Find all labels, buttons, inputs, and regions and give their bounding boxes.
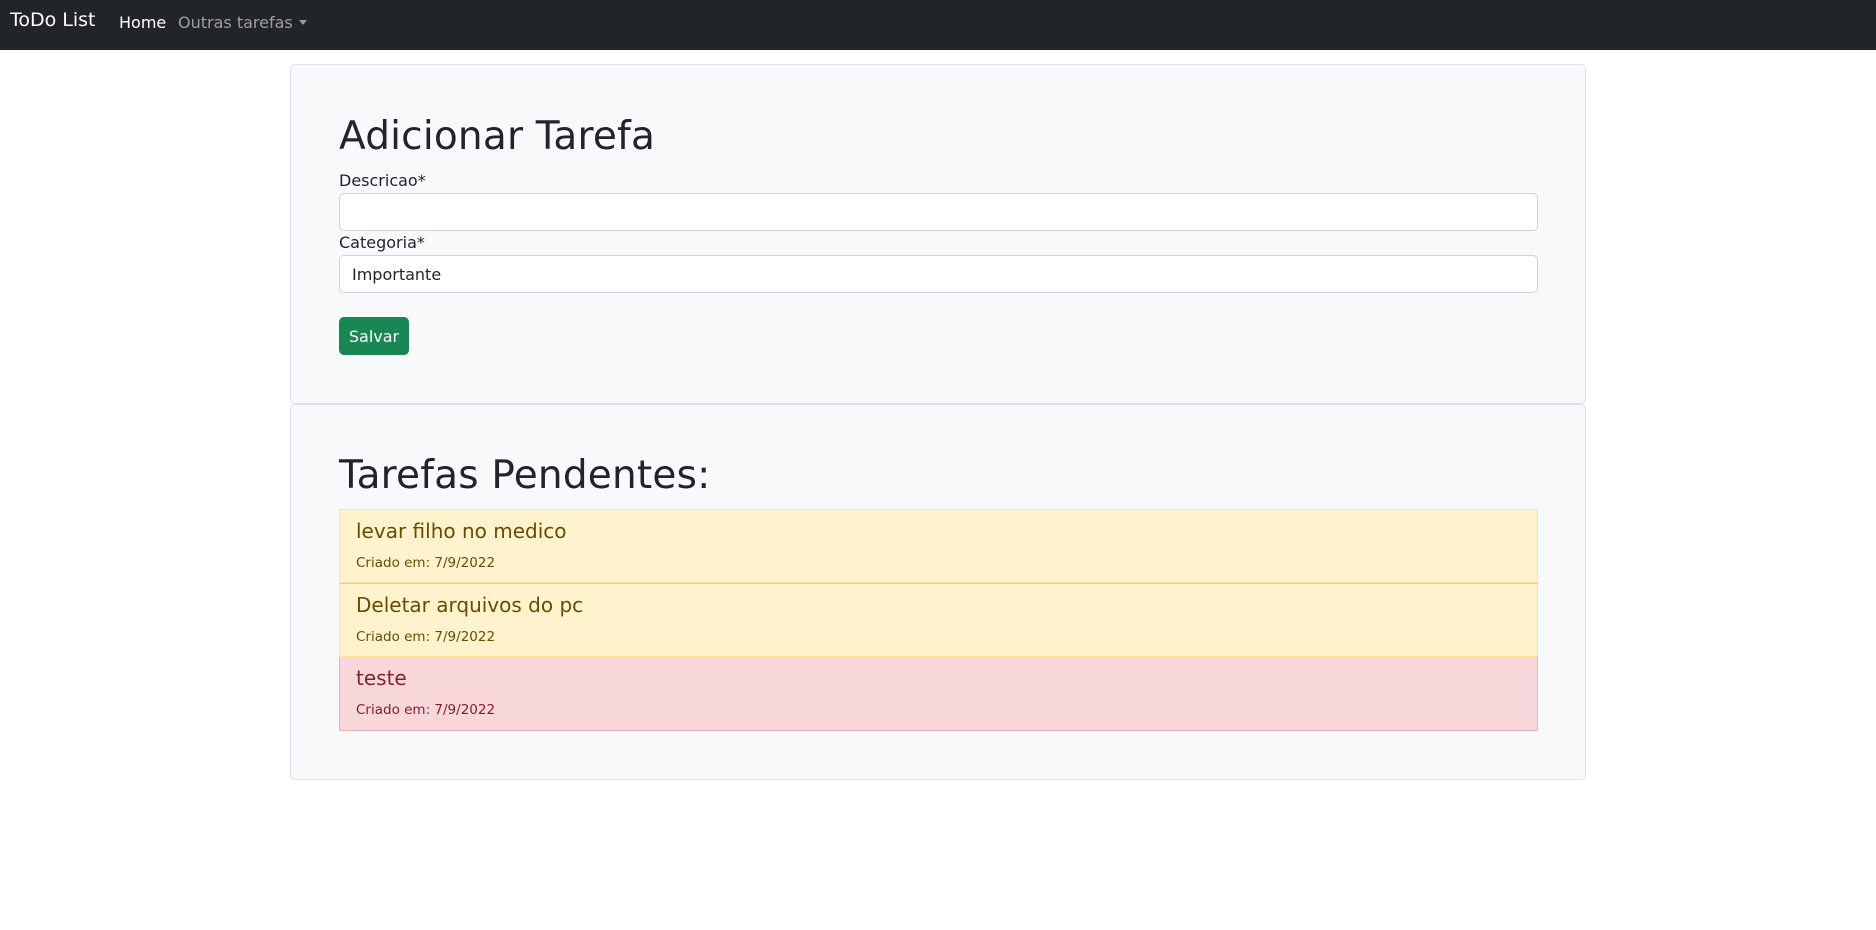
categoria-label: Categoria* <box>339 233 425 252</box>
task-date: Criado em: 7/9/2022 <box>356 702 496 718</box>
pending-tasks-title: Tarefas Pendentes: <box>339 453 711 498</box>
task-list: levar filho no medico Criado em: 7/9/202… <box>339 509 1538 731</box>
task-date: Criado em: 7/9/2022 <box>356 629 496 645</box>
navbar: ToDo List Home Outras tarefas <box>0 0 1876 50</box>
descricao-input[interactable] <box>339 193 1538 231</box>
task-date: Criado em: 7/9/2022 <box>356 555 496 571</box>
descricao-label: Descricao* <box>339 171 426 190</box>
nav-dropdown-outras-tarefas[interactable]: Outras tarefas <box>178 13 307 32</box>
add-task-card: Adicionar Tarefa Descricao* Categoria* I… <box>290 64 1586 404</box>
task-item[interactable]: levar filho no medico Criado em: 7/9/202… <box>339 509 1538 583</box>
pending-tasks-card: Tarefas Pendentes: levar filho no medico… <box>290 404 1586 780</box>
task-title: levar filho no medico <box>356 519 567 543</box>
categoria-input[interactable]: Importante <box>339 255 1538 293</box>
task-title: teste <box>356 666 407 690</box>
save-button[interactable]: Salvar <box>339 317 409 355</box>
task-item[interactable]: Deletar arquivos do pc Criado em: 7/9/20… <box>339 583 1538 657</box>
navbar-brand[interactable]: ToDo List <box>10 9 96 31</box>
caret-down-icon <box>298 20 307 25</box>
task-item[interactable]: teste Criado em: 7/9/2022 <box>339 657 1538 731</box>
nav-link-home[interactable]: Home <box>119 13 166 32</box>
add-task-title: Adicionar Tarefa <box>339 114 656 159</box>
task-title: Deletar arquivos do pc <box>356 593 584 617</box>
nav-dropdown-label: Outras tarefas <box>178 13 293 32</box>
